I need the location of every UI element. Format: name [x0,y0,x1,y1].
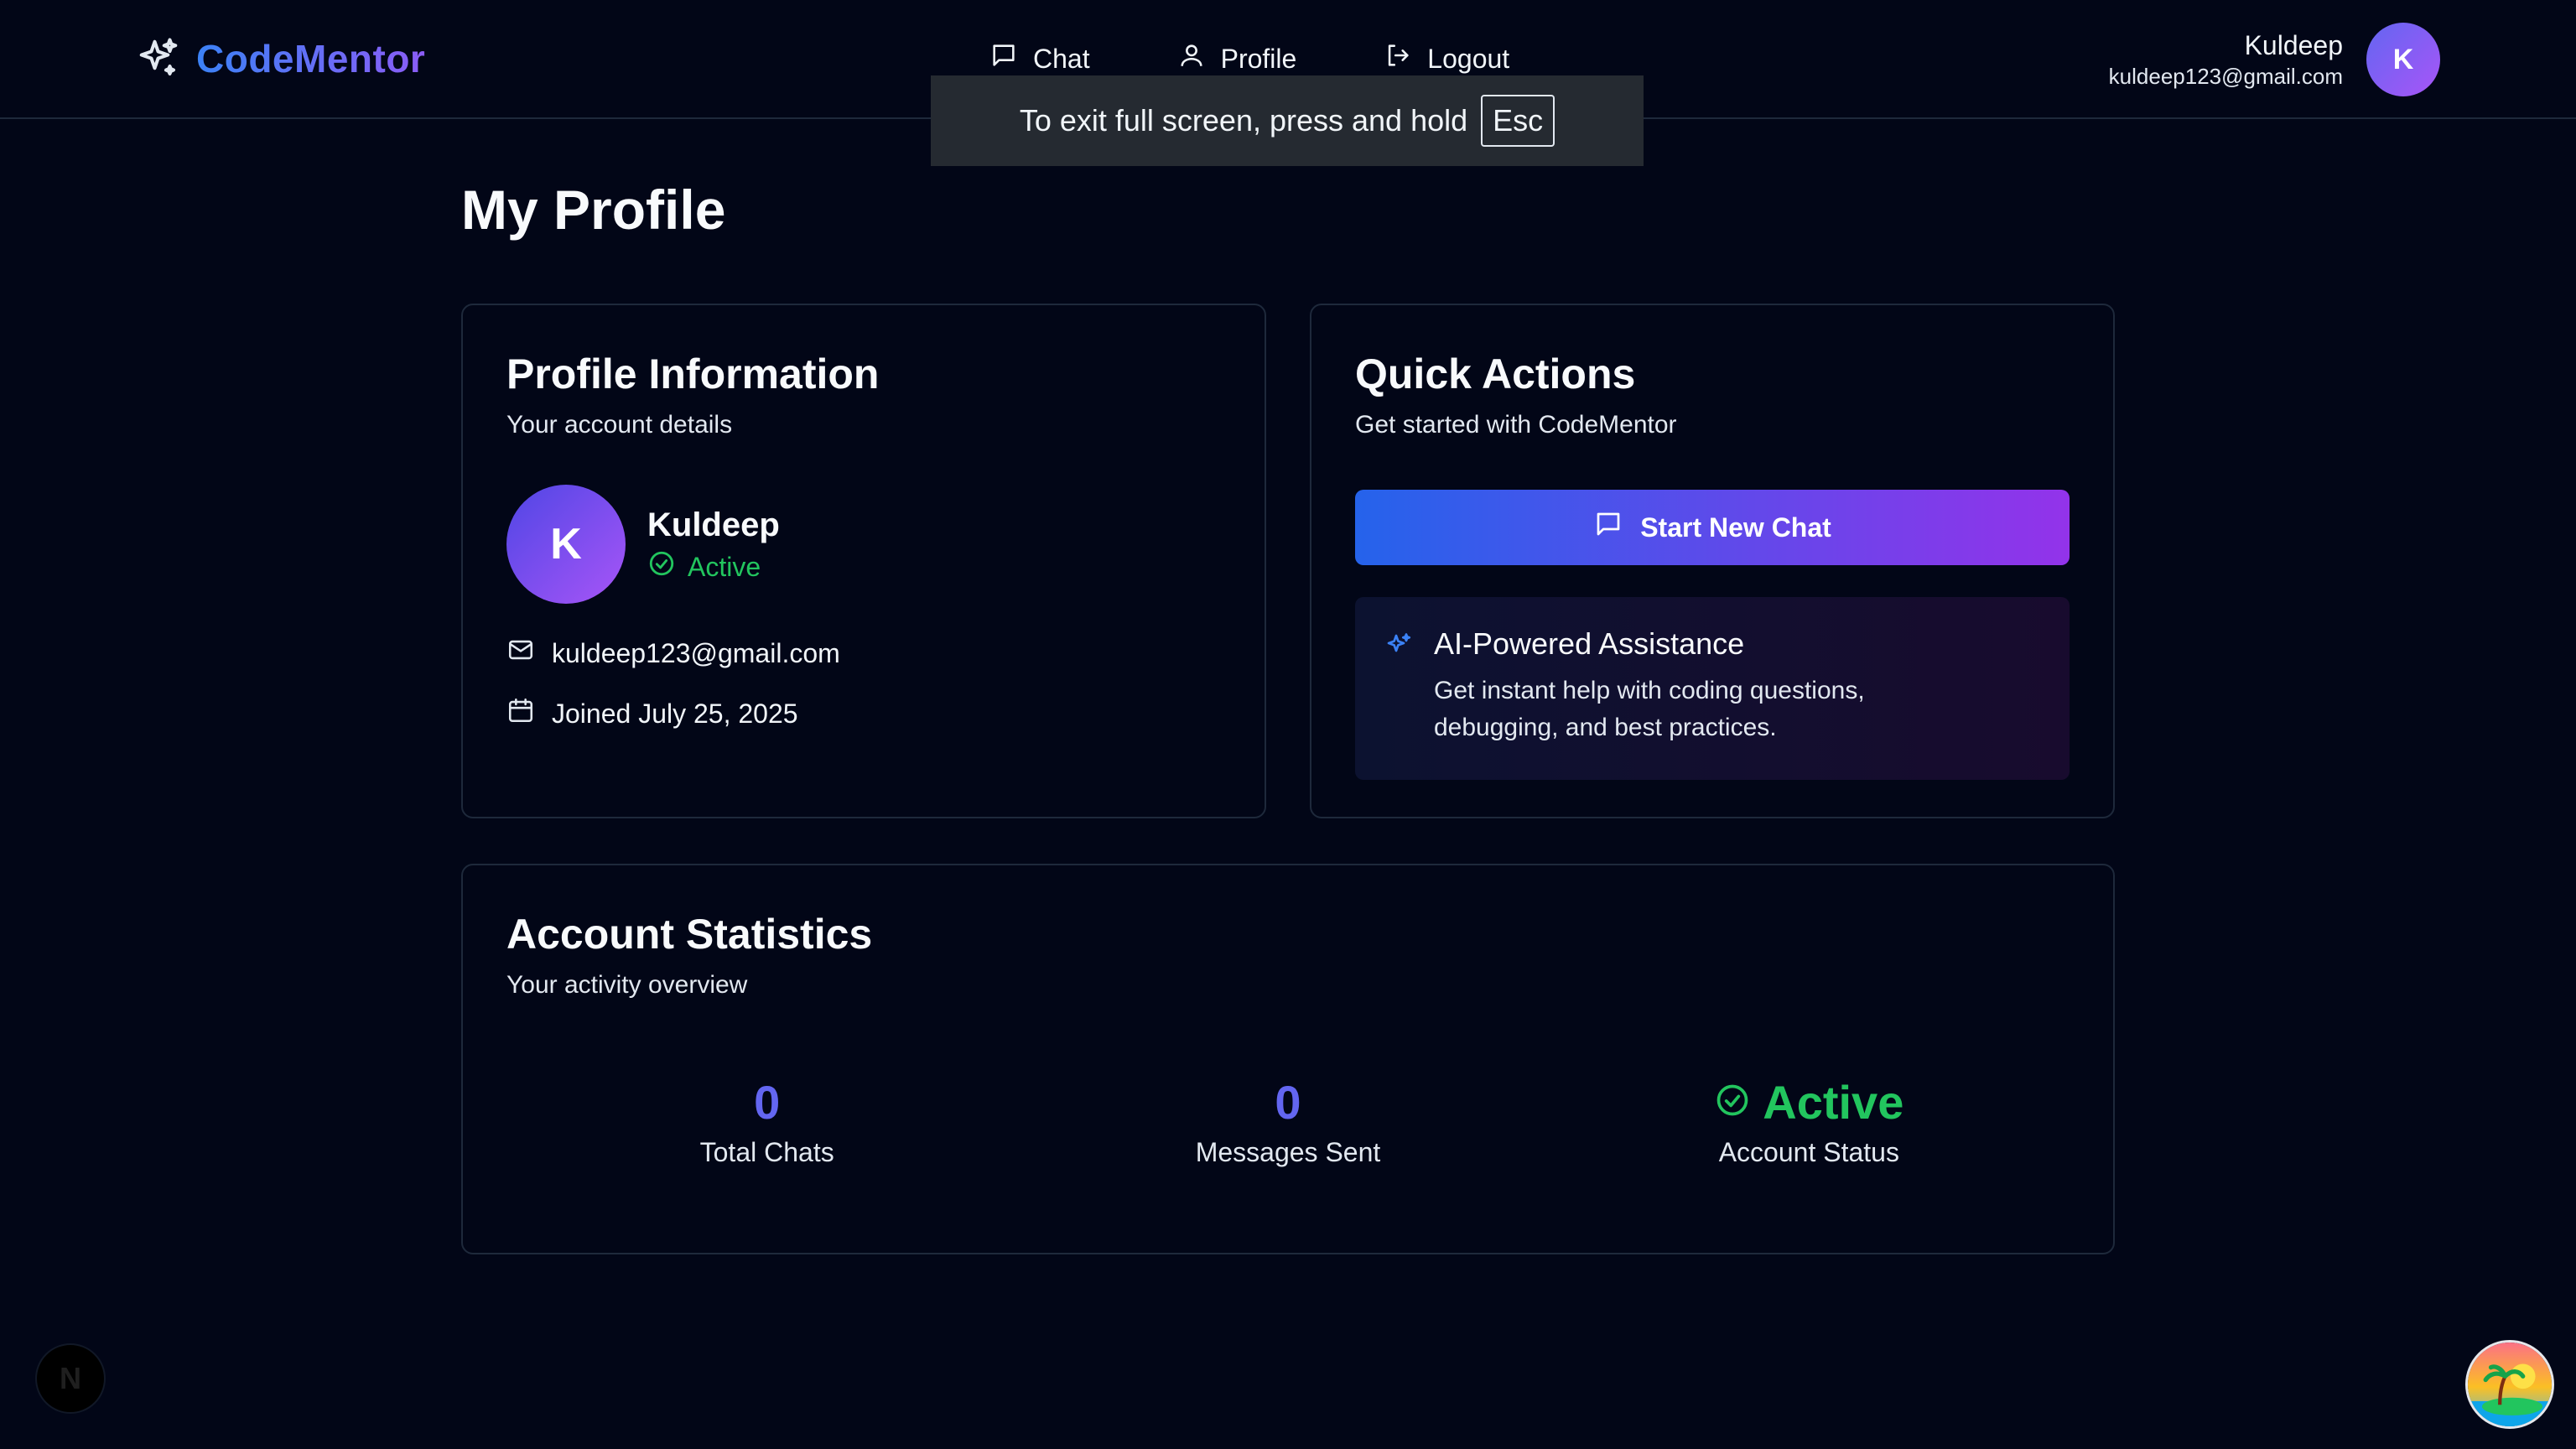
badge-letter: N [60,1361,81,1395]
user-email: kuldeep123@gmail.com [2108,64,2343,89]
avatar[interactable]: K [2366,23,2440,96]
card-title: Profile Information [506,351,880,397]
nav-item-profile[interactable]: Profile [1177,41,1297,76]
logout-icon [1384,41,1412,76]
message-square-icon [1593,509,1623,546]
stat-label: Messages Sent [1195,1137,1381,1167]
mail-icon [506,636,535,671]
status-label: Active [688,551,761,582]
stat-label: Account Status [1718,1137,1899,1167]
user-icon [1177,41,1206,76]
brand-logo[interactable]: CodeMentor [136,34,425,84]
quick-actions-card: Quick Actions Get started with CodeMento… [1310,304,2115,818]
card-title: Account Statistics [506,911,873,958]
joined-row: Joined July 25, 2025 [506,696,1221,731]
toast-text: To exit full screen, press and hold [1019,103,1468,138]
stat-messages-sent: 0 Messages Sent [1027,1075,1548,1168]
card-subtitle: Your account details [506,411,733,439]
user-name: Kuldeep [2244,30,2343,60]
joined-date: Joined July 25, 2025 [552,698,798,729]
profile-summary: K Kuldeep Active [506,485,1221,604]
nav-item-logout[interactable]: Logout [1384,41,1509,76]
check-circle-icon [1714,1075,1751,1130]
stat-value: 0 [754,1076,781,1129]
message-square-icon [989,41,1018,76]
card-subtitle: Your activity overview [506,971,748,999]
nav-item-label: Chat [1033,43,1090,74]
avatar: K [506,485,626,604]
callout-title: AI-Powered Assistance [1434,626,1745,661]
main-nav: Chat Profile Logout [989,37,1509,80]
account-statistics-card: Account Statistics Your activity overvie… [461,864,2115,1254]
status-badge: Active [647,549,780,584]
page-title: My Profile [461,179,726,241]
stat-account-status: Active Account Status [1549,1075,2070,1168]
ai-assistance-callout: AI-Powered Assistance Get instant help w… [1355,597,2070,780]
check-circle-icon [647,549,676,584]
sparkles-icon [1384,626,1414,751]
stat-label: Total Chats [699,1137,834,1167]
profile-email: kuldeep123@gmail.com [552,637,840,668]
profile-information-card: Profile Information Your account details… [461,304,1266,818]
profile-name: Kuldeep [647,506,780,543]
nav-item-label: Logout [1427,43,1510,74]
palm-island-icon [2468,1343,2552,1426]
email-row: kuldeep123@gmail.com [506,636,1221,671]
island-avatar-icon[interactable] [2465,1340,2554,1429]
card-title: Quick Actions [1355,351,1636,397]
stat-value: 0 [1275,1076,1301,1129]
calendar-icon [506,696,535,731]
callout-description: Get instant help with coding questions, … [1434,677,1865,741]
stat-total-chats: 0 Total Chats [506,1075,1027,1168]
card-subtitle: Get started with CodeMentor [1355,411,1677,439]
start-new-chat-button[interactable]: Start New Chat [1355,490,2070,565]
user-menu[interactable]: Kuldeep kuldeep123@gmail.com K [2109,22,2440,97]
stat-value: Active [1549,1075,2070,1130]
brand-name: CodeMentor [196,37,426,80]
status-label: Active [1763,1076,1904,1129]
nav-item-label: Profile [1220,43,1297,74]
esc-key-hint: Esc [1481,95,1555,147]
stats-row: 0 Total Chats 0 Messages Sent Active Acc… [506,1075,2070,1168]
nextjs-dev-badge[interactable]: N [35,1343,106,1414]
nav-item-chat[interactable]: Chat [989,41,1090,76]
button-label: Start New Chat [1640,512,1831,543]
fullscreen-toast: To exit full screen, press and hold Esc [931,75,1644,166]
sparkles-icon [136,36,181,81]
